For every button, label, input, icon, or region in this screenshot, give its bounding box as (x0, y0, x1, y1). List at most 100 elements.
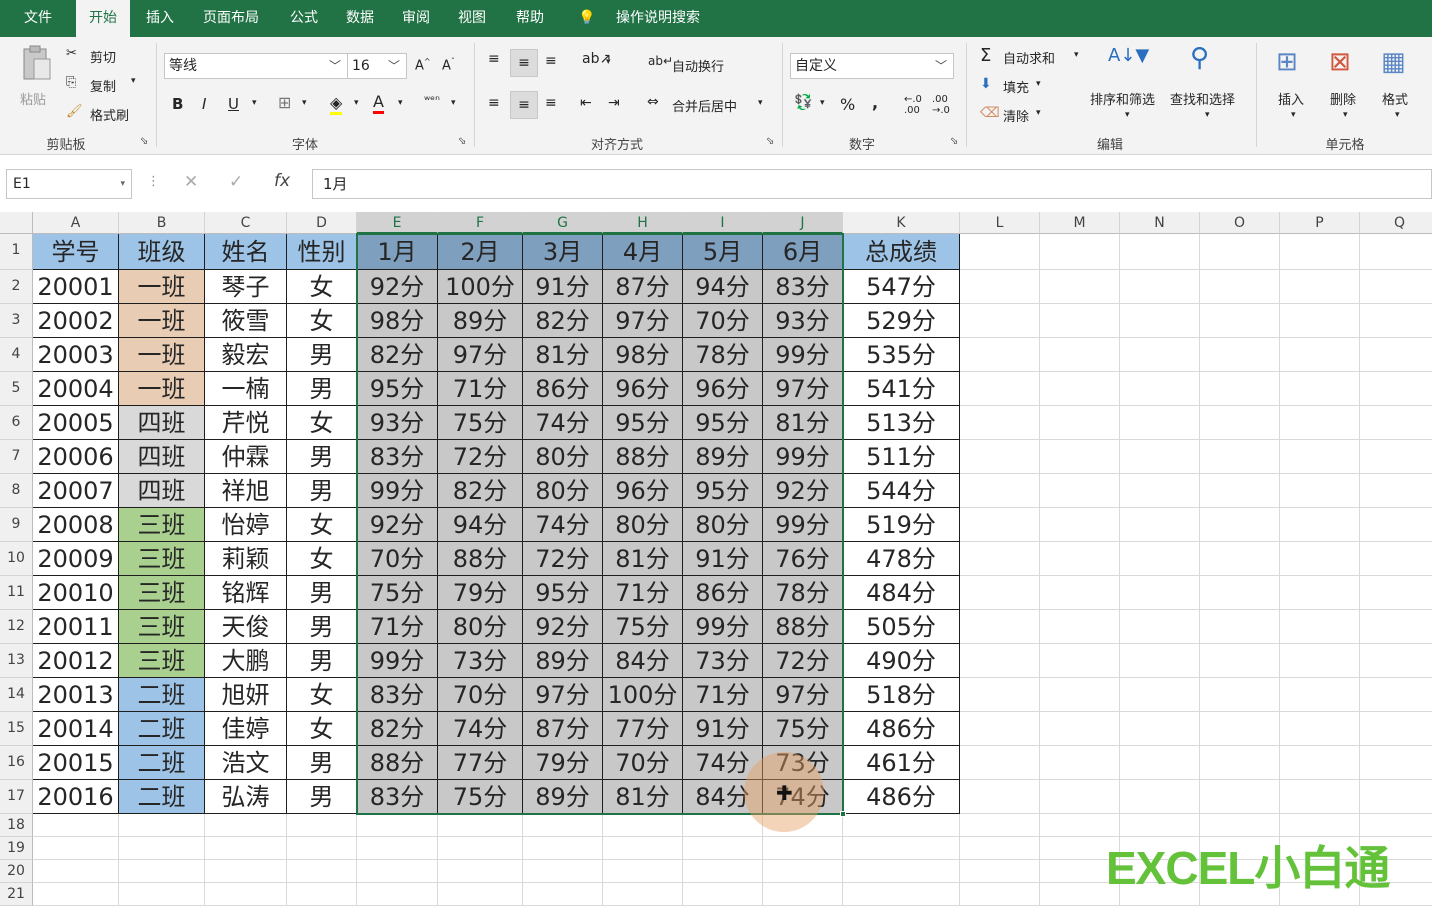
cell-F21[interactable] (438, 883, 523, 906)
decrease-decimal-icon[interactable]: .00 →.0 (932, 94, 950, 116)
underline-dropdown-icon[interactable]: ▾ (252, 98, 257, 108)
cell-B9[interactable]: 三班 (119, 508, 205, 542)
cell-M6[interactable] (1040, 406, 1120, 440)
row-header-14[interactable]: 14 (0, 678, 33, 712)
align-middle-icon[interactable]: ≡ (510, 49, 538, 77)
cell-P13[interactable] (1280, 644, 1360, 678)
cell-L15[interactable] (960, 712, 1040, 746)
row-header-8[interactable]: 8 (0, 474, 33, 508)
cell-F19[interactable] (438, 837, 523, 860)
cell-I14[interactable]: 71分 (683, 678, 763, 712)
cell-Q6[interactable] (1360, 406, 1432, 440)
cell-P2[interactable] (1280, 270, 1360, 304)
cell-M9[interactable] (1040, 508, 1120, 542)
decrease-font-icon[interactable]: Aˇ (442, 57, 455, 73)
cell-N5[interactable] (1120, 372, 1200, 406)
cell-M16[interactable] (1040, 746, 1120, 780)
cell-C16[interactable]: 浩文 (205, 746, 287, 780)
cell-C19[interactable] (205, 837, 287, 860)
cell-B15[interactable]: 二班 (119, 712, 205, 746)
row-header-6[interactable]: 6 (0, 406, 33, 440)
cell-I21[interactable] (683, 883, 763, 906)
cell-A16[interactable]: 20015 (33, 746, 119, 780)
column-header-H[interactable]: H (603, 212, 683, 234)
cut-button[interactable]: 剪切 (90, 47, 116, 66)
cell-E14[interactable]: 83分 (357, 678, 438, 712)
bold-button[interactable]: B (172, 95, 183, 113)
cell-M2[interactable] (1040, 270, 1120, 304)
insert-dropdown-icon[interactable]: ▾ (1291, 110, 1296, 120)
cell-K19[interactable] (843, 837, 960, 860)
cell-B10[interactable]: 三班 (119, 542, 205, 576)
cell-L20[interactable] (960, 860, 1040, 883)
row-header-18[interactable]: 18 (0, 814, 33, 837)
cell-E12[interactable]: 71分 (357, 610, 438, 644)
cell-F7[interactable]: 72分 (438, 440, 523, 474)
cell-L4[interactable] (960, 338, 1040, 372)
cell-H7[interactable]: 88分 (603, 440, 683, 474)
tell-me-search[interactable]: 操作说明搜索 (610, 0, 706, 37)
cell-Q8[interactable] (1360, 474, 1432, 508)
cell-E10[interactable]: 70分 (357, 542, 438, 576)
cell-M1[interactable] (1040, 234, 1120, 270)
insert-cells-icon[interactable]: ⊞ (1276, 47, 1298, 77)
copy-dropdown-icon[interactable]: ▾ (131, 76, 136, 86)
cell-O8[interactable] (1200, 474, 1280, 508)
autosum-button[interactable]: 自动求和 (1003, 48, 1055, 67)
cell-N6[interactable] (1120, 406, 1200, 440)
cell-E11[interactable]: 75分 (357, 576, 438, 610)
sort-filter-button[interactable]: 排序和筛选 (1090, 89, 1155, 108)
cell-C13[interactable]: 大鹏 (205, 644, 287, 678)
cell-A14[interactable]: 20013 (33, 678, 119, 712)
cell-L8[interactable] (960, 474, 1040, 508)
cell-A7[interactable]: 20006 (33, 440, 119, 474)
align-left-icon[interactable]: ≡ (488, 95, 500, 111)
tab-2[interactable]: 插入 (136, 0, 184, 37)
cell-Q11[interactable] (1360, 576, 1432, 610)
cell-D17[interactable]: 男 (287, 780, 357, 814)
cell-J6[interactable]: 81分 (763, 406, 843, 440)
cell-A10[interactable]: 20009 (33, 542, 119, 576)
cell-K13[interactable]: 490分 (843, 644, 960, 678)
cell-F1[interactable]: 2月 (438, 234, 523, 270)
cell-E1[interactable]: 1月 (357, 234, 438, 270)
cell-B11[interactable]: 三班 (119, 576, 205, 610)
cell-I18[interactable] (683, 814, 763, 837)
copy-icon[interactable]: ⎘ (66, 75, 76, 90)
tab-3[interactable]: 页面布局 (192, 0, 270, 37)
cell-H16[interactable]: 70分 (603, 746, 683, 780)
cell-D7[interactable]: 男 (287, 440, 357, 474)
cell-E17[interactable]: 83分 (357, 780, 438, 814)
cell-N3[interactable] (1120, 304, 1200, 338)
cell-H14[interactable]: 100分 (603, 678, 683, 712)
cell-D16[interactable]: 男 (287, 746, 357, 780)
cell-F13[interactable]: 73分 (438, 644, 523, 678)
cell-M13[interactable] (1040, 644, 1120, 678)
cell-E16[interactable]: 88分 (357, 746, 438, 780)
cell-G17[interactable]: 89分 (523, 780, 603, 814)
cut-icon[interactable]: ✂ (66, 46, 77, 61)
cell-O1[interactable] (1200, 234, 1280, 270)
format-painter-button[interactable]: 格式刷 (90, 105, 129, 124)
clear-icon[interactable]: ⌫ (980, 105, 1000, 121)
fill-color-dropdown-icon[interactable]: ▾ (354, 98, 359, 108)
cell-G8[interactable]: 80分 (523, 474, 603, 508)
cell-E19[interactable] (357, 837, 438, 860)
cell-I10[interactable]: 91分 (683, 542, 763, 576)
cell-N10[interactable] (1120, 542, 1200, 576)
cell-Q3[interactable] (1360, 304, 1432, 338)
cell-K7[interactable]: 511分 (843, 440, 960, 474)
cell-L7[interactable] (960, 440, 1040, 474)
cell-M8[interactable] (1040, 474, 1120, 508)
cell-L2[interactable] (960, 270, 1040, 304)
row-header-1[interactable]: 1 (0, 234, 33, 270)
cell-L9[interactable] (960, 508, 1040, 542)
row-header-9[interactable]: 9 (0, 508, 33, 542)
merge-center-icon[interactable]: ⇔ (647, 94, 659, 110)
cell-N1[interactable] (1120, 234, 1200, 270)
cell-D10[interactable]: 女 (287, 542, 357, 576)
cell-P7[interactable] (1280, 440, 1360, 474)
column-header-D[interactable]: D (287, 212, 357, 234)
cell-I20[interactable] (683, 860, 763, 883)
phonetic-icon[interactable]: ʷᵉⁿ (424, 93, 440, 107)
